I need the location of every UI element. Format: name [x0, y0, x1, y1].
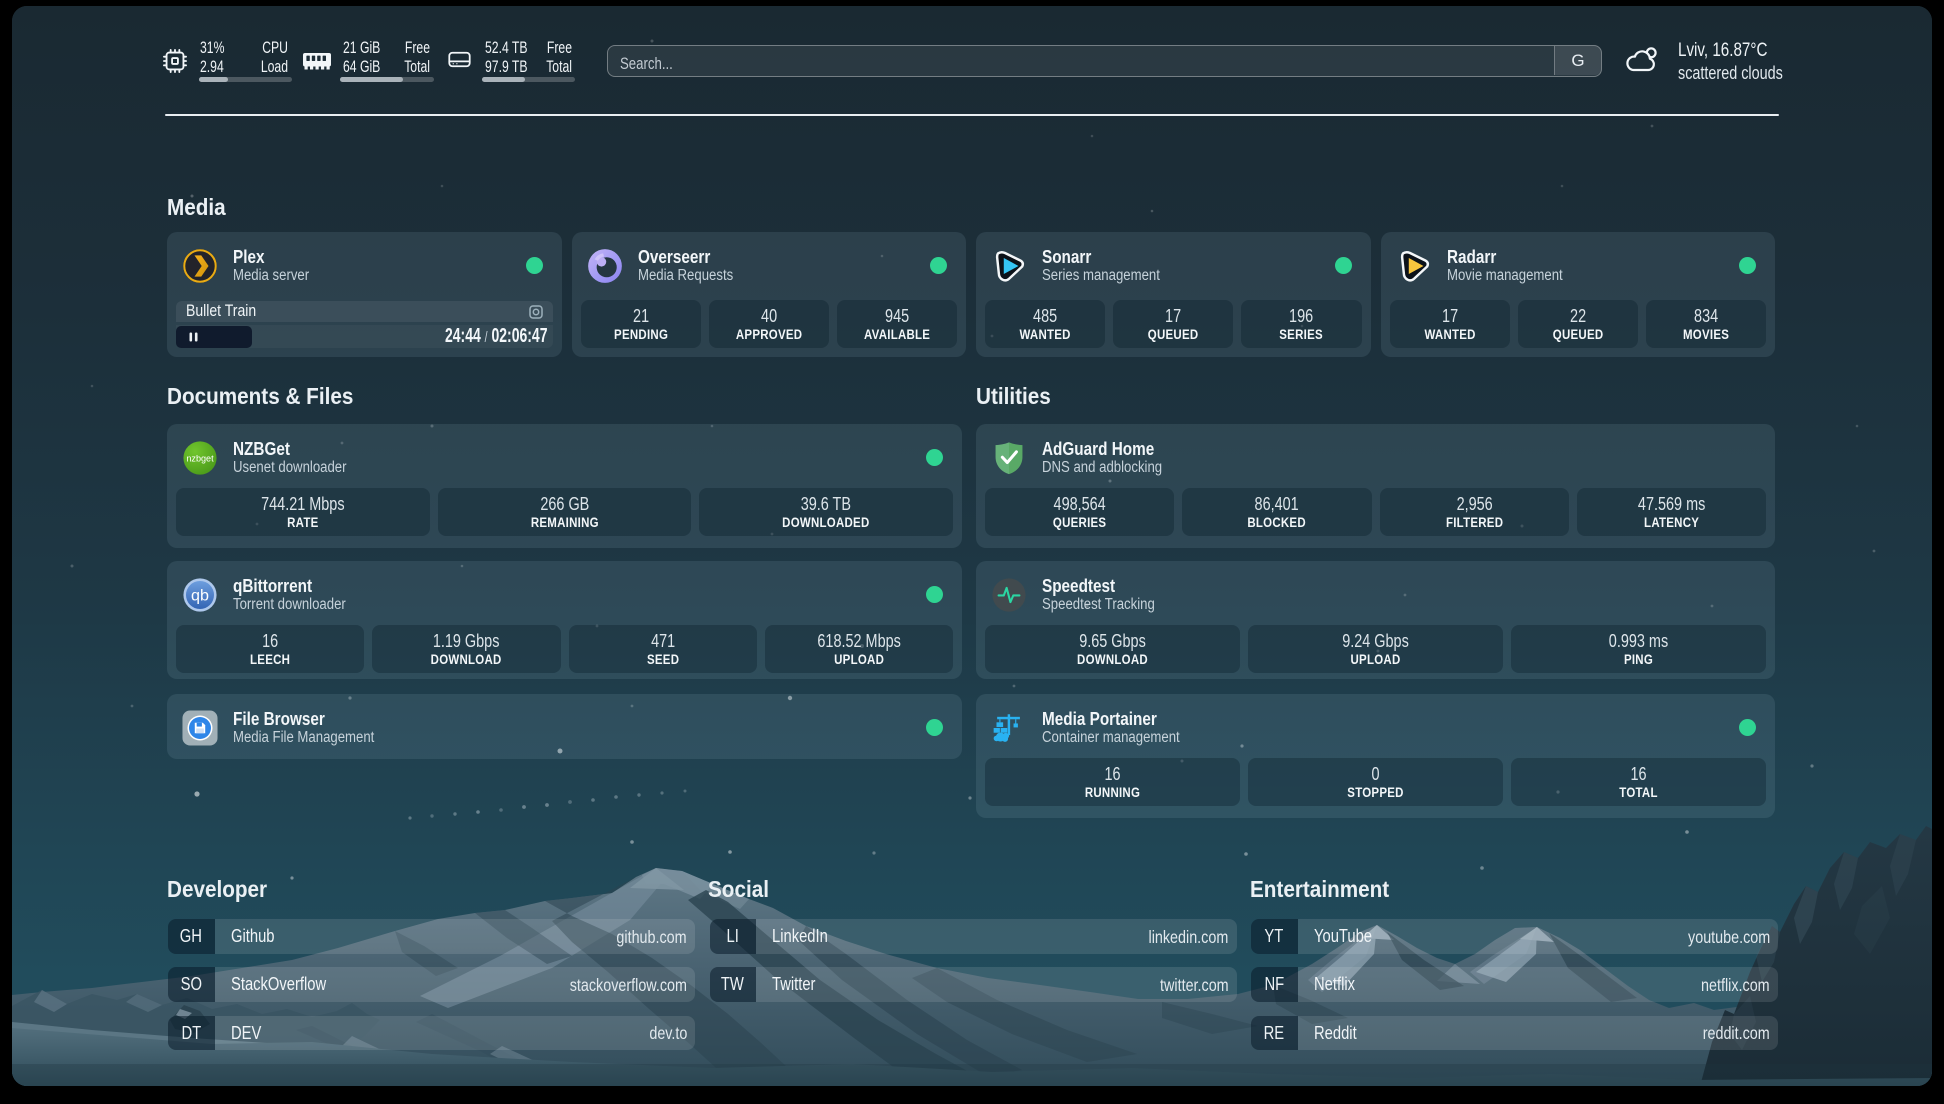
svg-text:nzbget: nzbget — [186, 453, 214, 463]
svg-text:qb: qb — [191, 587, 209, 605]
